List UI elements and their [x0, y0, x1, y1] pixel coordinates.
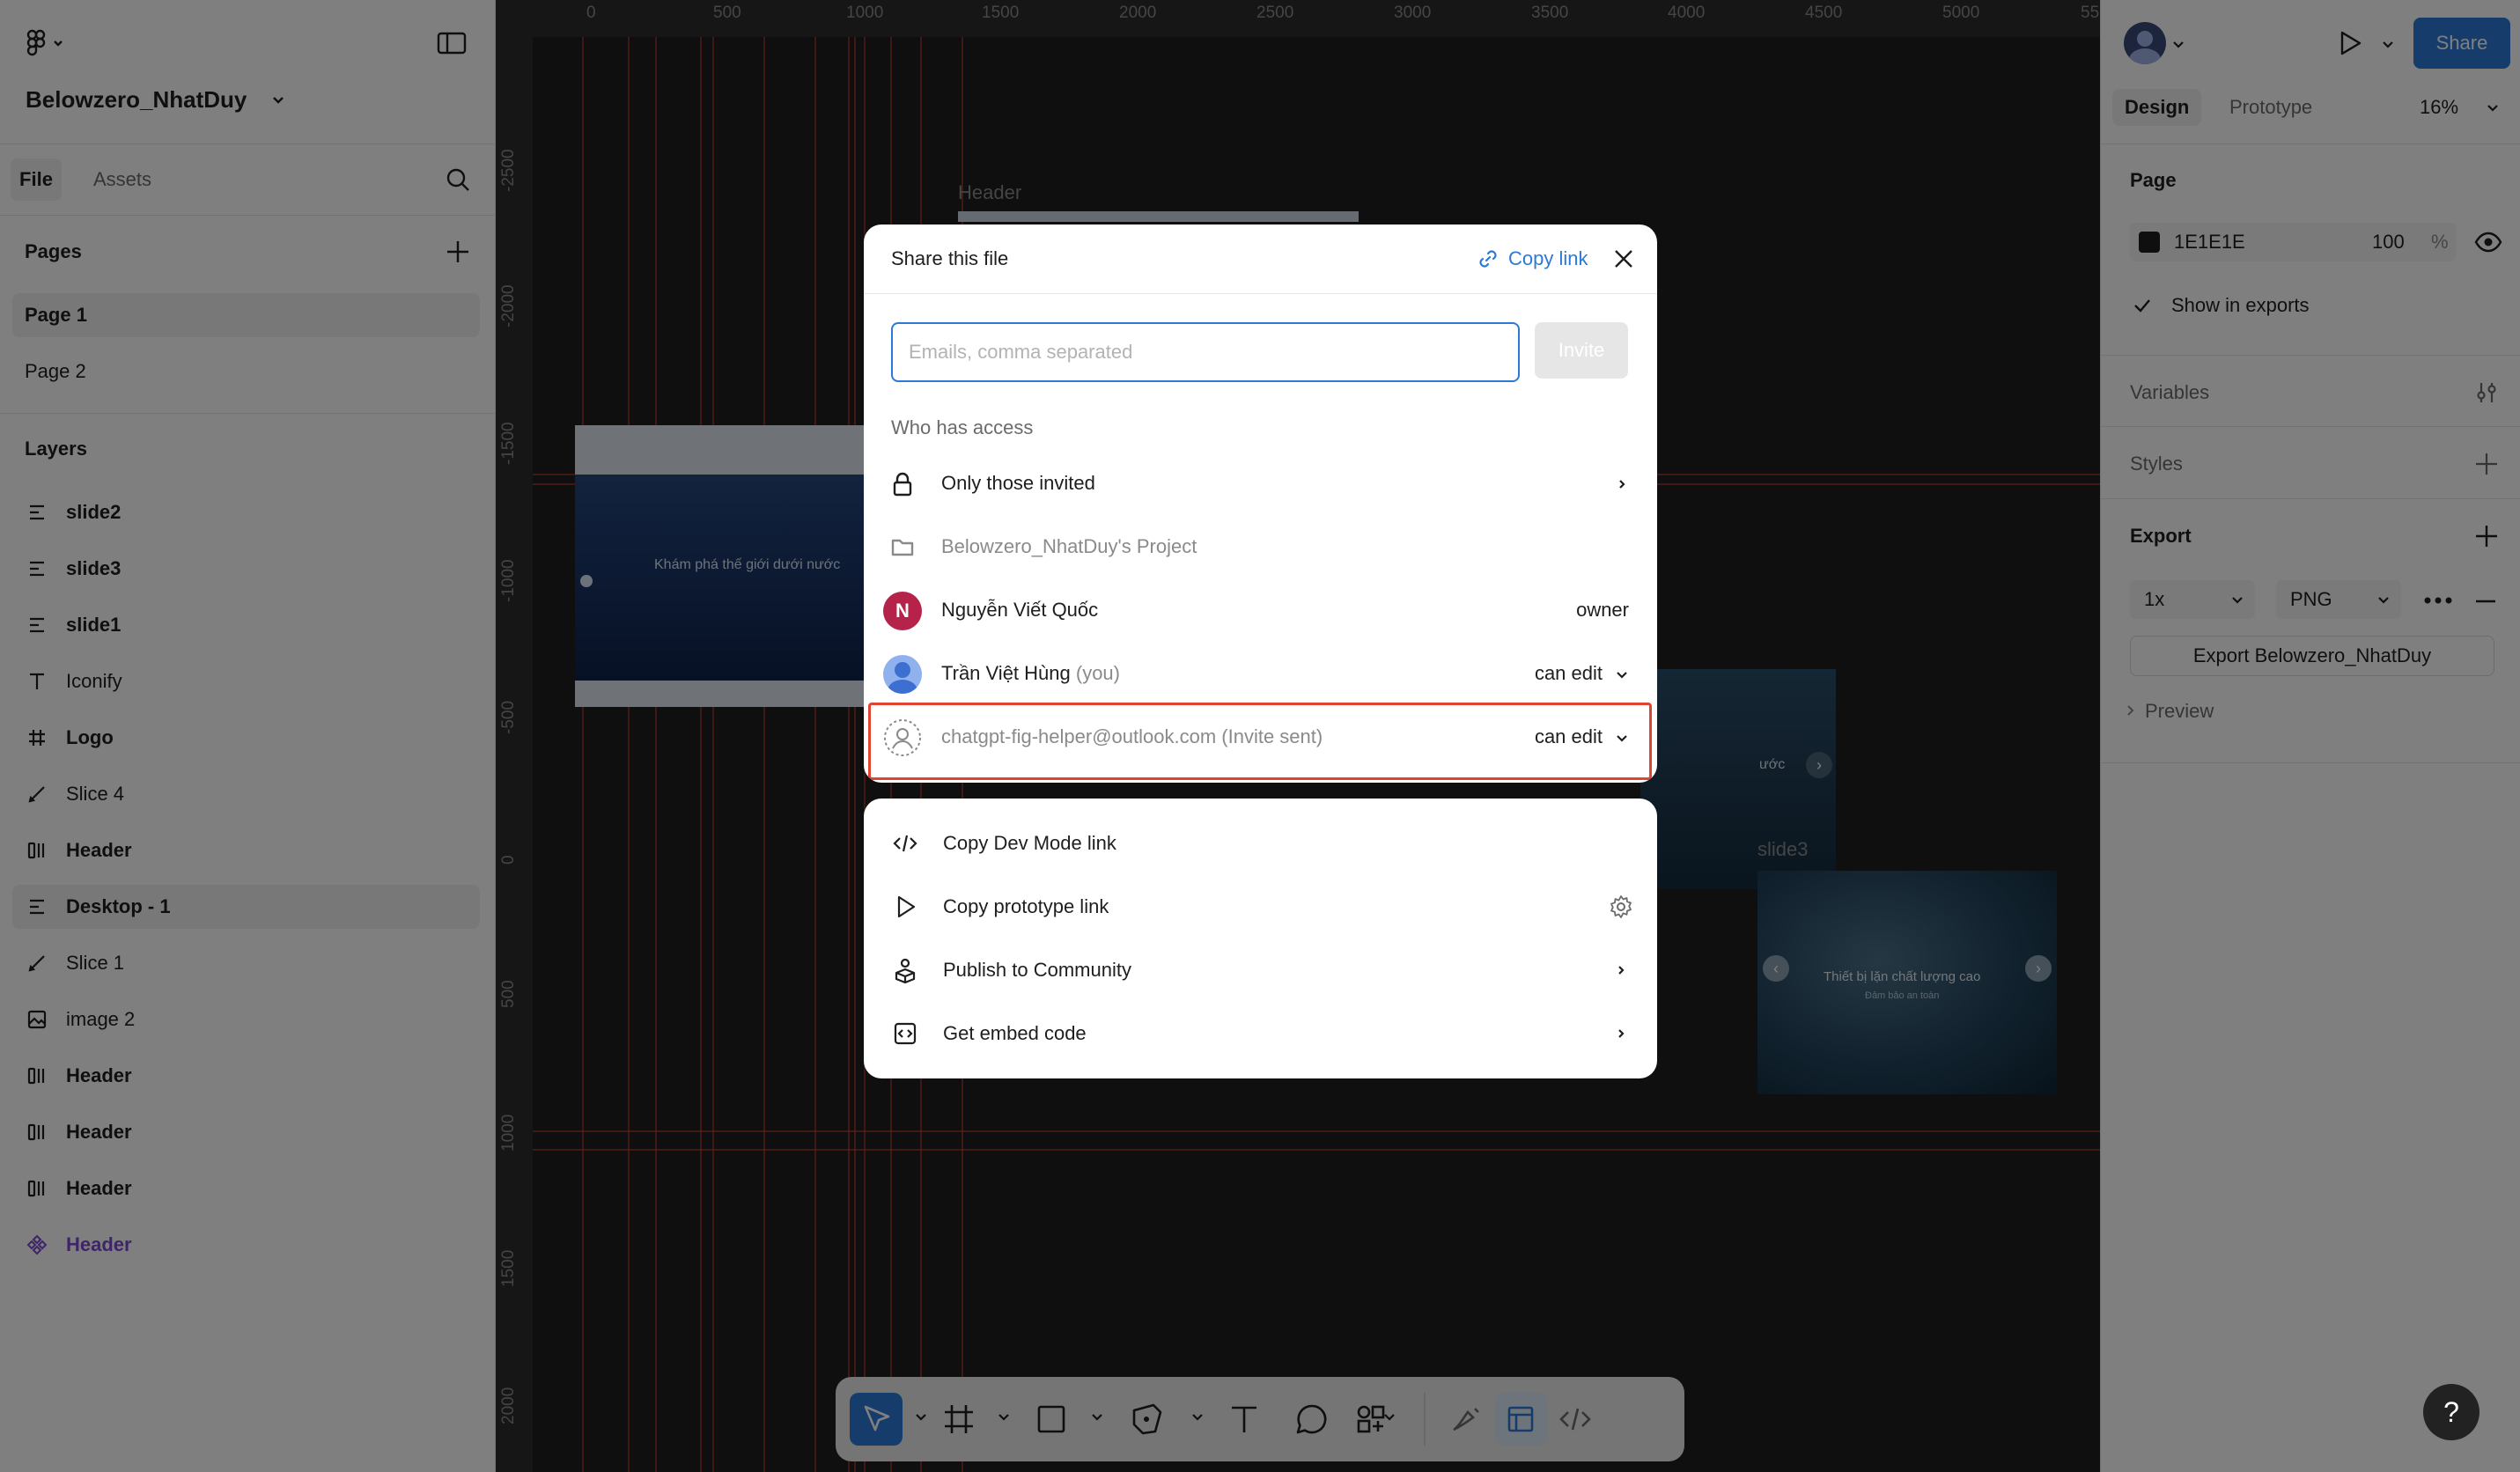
- help-button[interactable]: ?: [2423, 1384, 2479, 1440]
- share-actions-card: Copy Dev Mode link Copy prototype link P…: [864, 799, 1657, 1078]
- get-embed-code-item[interactable]: Get embed code: [864, 1001, 1657, 1064]
- copy-link-label: Copy link: [1508, 247, 1588, 269]
- highlight-box: [868, 703, 1652, 780]
- divider: [864, 293, 1657, 294]
- copy-prototype-link-item[interactable]: Copy prototype link: [864, 874, 1657, 938]
- access-row-label: Only those invited: [941, 472, 1095, 494]
- avatar-initial: N: [883, 592, 922, 630]
- access-row-name: Trần Việt Hùng: [941, 662, 1071, 684]
- access-row-self[interactable]: Trần Việt Hùng (you) can edit: [864, 643, 1657, 706]
- access-role-select[interactable]: can edit: [1535, 662, 1603, 685]
- lock-icon: [883, 465, 922, 504]
- publish-to-community-item[interactable]: Publish to Community: [864, 938, 1657, 1001]
- link-icon: [1479, 250, 1497, 268]
- action-label: Copy Dev Mode link: [943, 832, 1116, 854]
- invite-button[interactable]: Invite: [1535, 322, 1628, 379]
- access-row-project[interactable]: Belowzero_NhatDuy's Project: [864, 516, 1657, 579]
- access-row-link-settings[interactable]: Only those invited: [864, 453, 1657, 516]
- action-label: Get embed code: [943, 1022, 1087, 1044]
- avatar: [883, 655, 922, 694]
- access-row-owner[interactable]: N Nguyễn Viết Quốc owner: [864, 579, 1657, 643]
- avatar: N: [883, 592, 922, 630]
- chevron-down-icon[interactable]: [1615, 667, 1629, 681]
- play-icon: [897, 895, 916, 918]
- access-row-label: Belowzero_NhatDuy's Project: [941, 535, 1197, 557]
- action-label: Copy prototype link: [943, 895, 1109, 917]
- access-row-name: Nguyễn Viết Quốc: [941, 599, 1099, 621]
- code-icon: [893, 835, 917, 852]
- close-icon[interactable]: [1609, 244, 1639, 274]
- email-invite-input[interactable]: [891, 322, 1520, 382]
- share-dialog: Share this file Copy link Invite Who has…: [864, 224, 1657, 783]
- who-has-access-heading: Who has access: [891, 416, 1034, 438]
- share-dialog-title: Share this file: [891, 247, 1009, 269]
- community-icon: [895, 958, 916, 983]
- you-label: (you): [1075, 662, 1120, 684]
- action-label: Publish to Community: [943, 959, 1131, 981]
- chevron-right-icon: [1618, 1029, 1625, 1038]
- gear-icon[interactable]: [1608, 894, 1634, 920]
- access-role-owner: owner: [1576, 599, 1629, 621]
- chevron-right-icon: [1619, 480, 1625, 489]
- copy-link-button[interactable]: Copy link: [1477, 244, 1588, 274]
- folder-icon: [883, 528, 922, 567]
- chevron-right-icon: [1618, 966, 1625, 975]
- copy-dev-mode-link-item[interactable]: Copy Dev Mode link: [864, 811, 1657, 874]
- embed-icon: [894, 1022, 917, 1045]
